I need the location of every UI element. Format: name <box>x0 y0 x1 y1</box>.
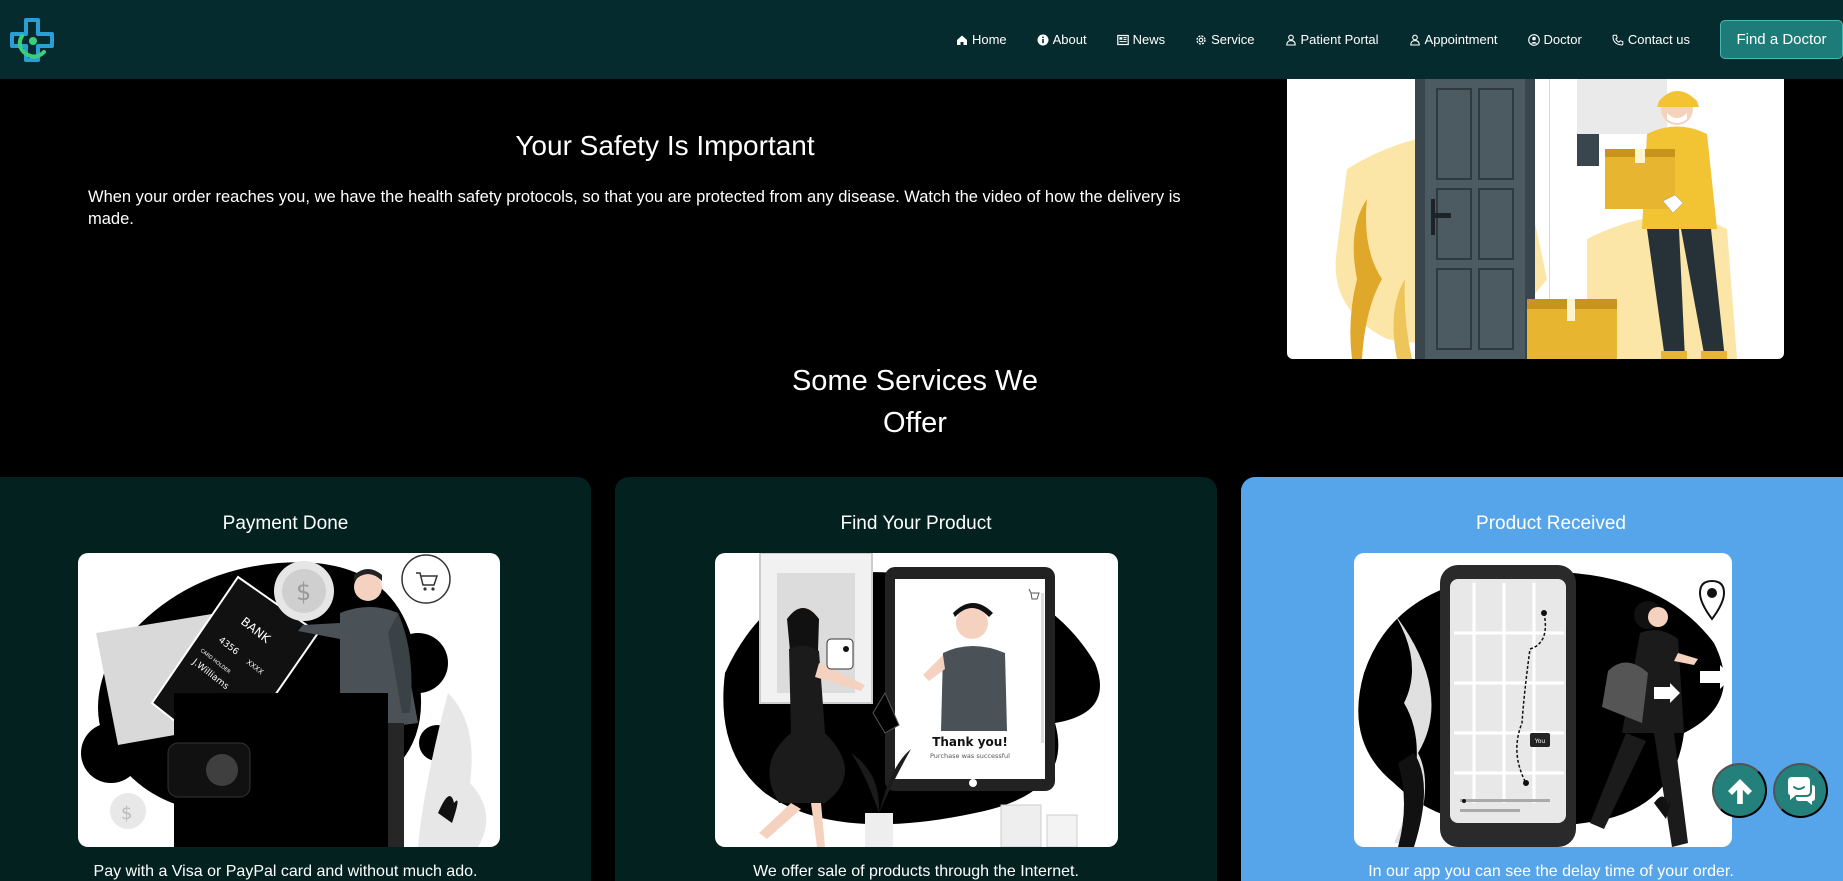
nav-item-doctor[interactable]: Doctor <box>1513 20 1597 60</box>
nav-item-label: Home <box>971 32 1007 47</box>
svg-text:$: $ <box>121 803 132 824</box>
logo-icon[interactable] <box>8 16 58 66</box>
nav-item-home[interactable]: Home <box>941 20 1022 60</box>
nav-item-appointment[interactable]: Appointment <box>1394 20 1513 60</box>
newspaper-icon <box>1116 34 1129 45</box>
user-circle-icon <box>1527 33 1540 46</box>
scroll-to-top-button[interactable] <box>1712 763 1767 818</box>
svg-text:$: $ <box>296 578 311 606</box>
navbar: Home About News Service Patient Portal A… <box>0 0 1843 79</box>
nav-item-label: News <box>1132 32 1166 47</box>
person-icon <box>1285 34 1296 46</box>
nav-item-label: Patient Portal <box>1300 32 1379 47</box>
thank-you-text: Thank you! <box>932 735 1008 749</box>
nav-item-service[interactable]: Service <box>1180 20 1269 60</box>
nav-item-about[interactable]: About <box>1022 20 1102 60</box>
phone-icon <box>1612 34 1624 46</box>
you-marker-text: You <box>1534 738 1546 745</box>
service-card-find-product: Find Your Product Thank you! Purchase wa… <box>615 477 1217 881</box>
nav-item-label: Service <box>1211 32 1255 47</box>
card-description: Pay with a Visa or PayPal card and witho… <box>93 863 478 880</box>
home-icon <box>956 35 967 45</box>
purchase-success-text: Purchase was successful <box>930 752 1010 760</box>
services-heading-line2: Offer <box>883 407 947 439</box>
info-icon <box>1037 34 1049 45</box>
payment-illustration: BANK 4356 XXXX CARD HOLDER J.Williams $ … <box>78 553 500 847</box>
service-card-product-received: Product Received You In our app you can … <box>1241 477 1843 881</box>
nav-item-label: Contact us <box>1627 32 1690 47</box>
nav-item-label: Appointment <box>1424 32 1498 47</box>
gear-icon <box>1196 34 1206 45</box>
card-title: Find Your Product <box>840 513 992 534</box>
service-card-payment: Payment Done BANK 4356 XXXX CARD HOLDER … <box>0 477 591 881</box>
nav-item-label: About <box>1052 32 1087 47</box>
nav-item-patient-portal[interactable]: Patient Portal <box>1270 20 1394 60</box>
nav-item-label: Doctor <box>1543 32 1582 47</box>
arrow-up-icon <box>1727 778 1752 804</box>
chat-bubbles-icon <box>1787 776 1815 805</box>
person-icon <box>1409 34 1420 46</box>
safety-heading: Your Safety Is Important <box>515 130 815 161</box>
nav-item-contact-us[interactable]: Contact us <box>1597 20 1705 60</box>
delivery-illustration <box>1287 79 1784 359</box>
chat-button[interactable] <box>1773 763 1828 818</box>
main-nav: Home About News Service Patient Portal A… <box>941 0 1705 79</box>
tracking-illustration: You <box>1354 553 1732 847</box>
services-heading-line1: Some Services We <box>791 365 1039 397</box>
nav-item-news[interactable]: News <box>1102 20 1181 60</box>
card-title: Product Received <box>1476 513 1626 534</box>
card-title: Payment Done <box>222 513 349 534</box>
shopping-illustration: Thank you! Purchase was successful <box>715 553 1118 847</box>
card-description: We offer sale of products through the In… <box>753 863 1079 880</box>
safety-description: When your order reaches you, we have the… <box>88 188 1181 228</box>
services-heading: Some Services We Offer <box>765 360 1065 444</box>
card-description: In our app you can see the delay time of… <box>1368 863 1734 880</box>
find-a-doctor-button[interactable]: Find a Doctor <box>1720 20 1843 59</box>
